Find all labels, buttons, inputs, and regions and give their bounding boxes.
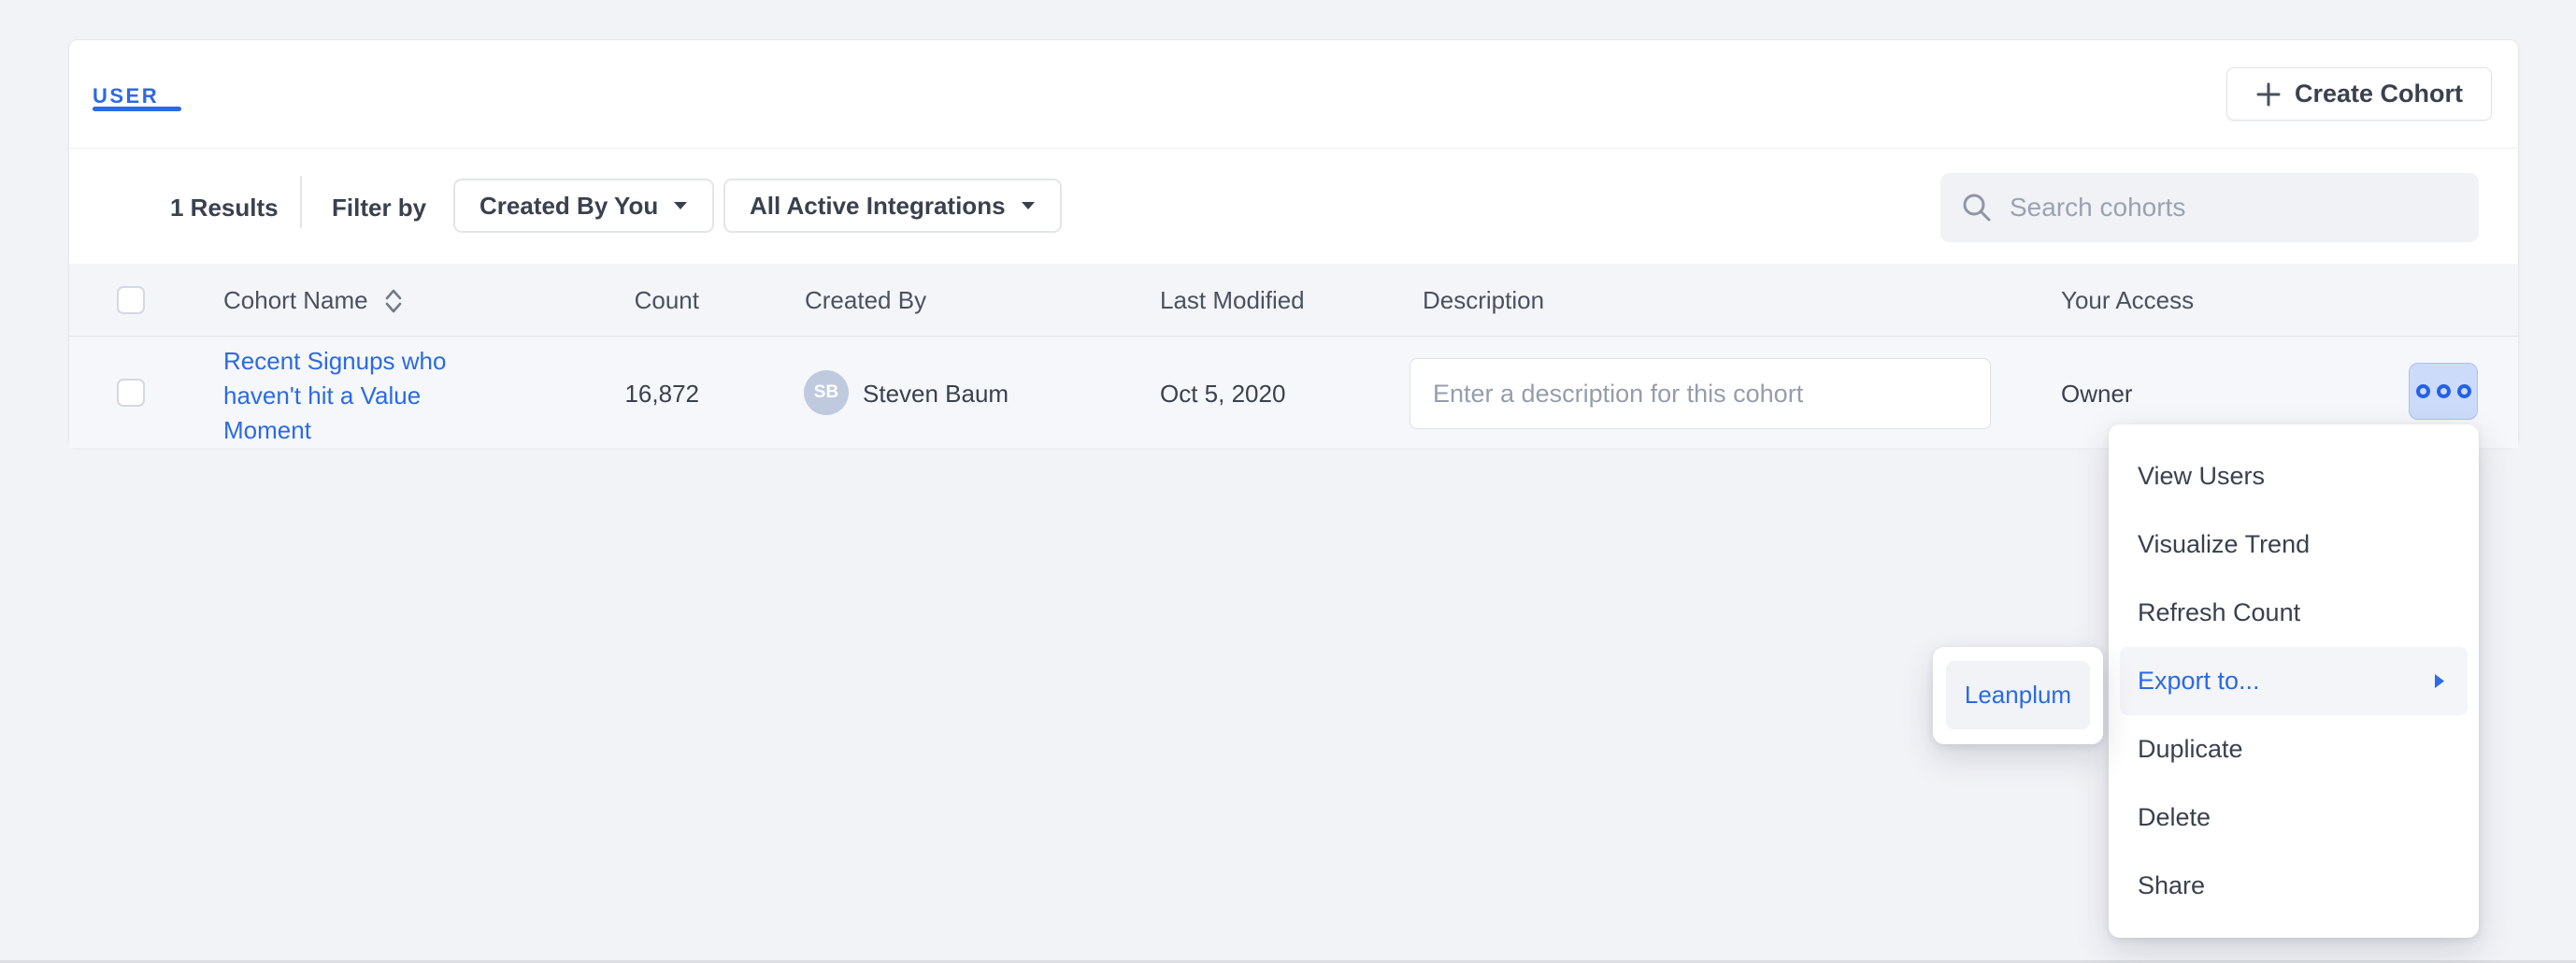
menu-item-view-users[interactable]: View Users	[2109, 442, 2479, 510]
caret-down-icon	[673, 201, 688, 210]
access-value: Owner	[2061, 380, 2133, 409]
column-header-cohort-name[interactable]: Cohort Name	[223, 286, 368, 315]
results-count: 1 Results	[170, 194, 279, 223]
table-header: Cohort Name Count Created By Last Modifi…	[69, 264, 2518, 337]
cohort-count: 16,872	[543, 380, 699, 409]
integrations-dropdown[interactable]: All Active Integrations	[723, 179, 1062, 233]
search-icon	[1961, 192, 1993, 223]
column-header-your-access: Your Access	[2061, 286, 2194, 315]
last-modified-date: Oct 5, 2020	[1160, 380, 1285, 409]
create-cohort-label: Create Cohort	[2295, 79, 2463, 108]
more-options-icon	[2457, 384, 2471, 398]
filter-divider	[300, 176, 302, 228]
row-more-options-button[interactable]	[2409, 363, 2478, 420]
sort-icon[interactable]	[383, 288, 404, 314]
filter-by-label: Filter by	[332, 194, 426, 223]
caret-down-icon	[1021, 201, 1036, 210]
menu-item-export-to-label: Export to...	[2138, 667, 2260, 696]
menu-item-export-to[interactable]: Export to...	[2120, 647, 2468, 715]
menu-item-refresh-count[interactable]: Refresh Count	[2109, 579, 2479, 647]
submenu-arrow-icon	[2434, 673, 2445, 689]
tab-user[interactable]: USER	[93, 84, 159, 108]
menu-item-delete[interactable]: Delete	[2109, 783, 2479, 852]
search-cohorts-box	[1940, 173, 2479, 242]
created-by-dropdown[interactable]: Created By You	[453, 179, 714, 233]
row-checkbox[interactable]	[117, 379, 145, 407]
filter-bar: 1 Results Filter by Created By You All A…	[69, 150, 2518, 264]
tab-user-label: USER	[93, 84, 159, 108]
cohorts-page: USER Create Cohort 1 Results Filter by C…	[0, 0, 2576, 963]
menu-item-visualize-trend[interactable]: Visualize Trend	[2109, 510, 2479, 579]
created-by-dropdown-label: Created By You	[479, 192, 658, 221]
row-context-menu: View Users Visualize Trend Refresh Count…	[2109, 424, 2479, 938]
creator-name: Steven Baum	[863, 380, 1009, 409]
creator-avatar: SB	[804, 370, 849, 415]
submenu-item-leanplum[interactable]: Leanplum	[1946, 661, 2090, 729]
menu-item-duplicate[interactable]: Duplicate	[2109, 715, 2479, 783]
create-cohort-button[interactable]: Create Cohort	[2226, 67, 2492, 121]
plus-icon	[2255, 81, 2282, 108]
more-options-icon	[2416, 384, 2430, 398]
menu-item-share[interactable]: Share	[2109, 852, 2479, 920]
cohort-name-link[interactable]: Recent Signups who haven't hit a Value M…	[223, 344, 459, 448]
column-header-created-by: Created By	[805, 286, 926, 315]
column-header-count: Count	[543, 286, 699, 315]
export-submenu: Leanplum	[1933, 647, 2103, 744]
column-header-description: Description	[1423, 286, 1544, 315]
more-options-icon	[2437, 384, 2451, 398]
select-all-checkbox[interactable]	[117, 286, 145, 314]
tab-active-underline	[93, 107, 181, 111]
description-input[interactable]	[1410, 358, 1991, 429]
column-header-last-modified: Last Modified	[1160, 286, 1305, 315]
integrations-dropdown-label: All Active Integrations	[750, 192, 1006, 221]
cohorts-card: USER Create Cohort 1 Results Filter by C…	[68, 39, 2519, 448]
tab-bar: USER Create Cohort	[69, 40, 2518, 149]
search-input[interactable]	[2010, 193, 2458, 223]
